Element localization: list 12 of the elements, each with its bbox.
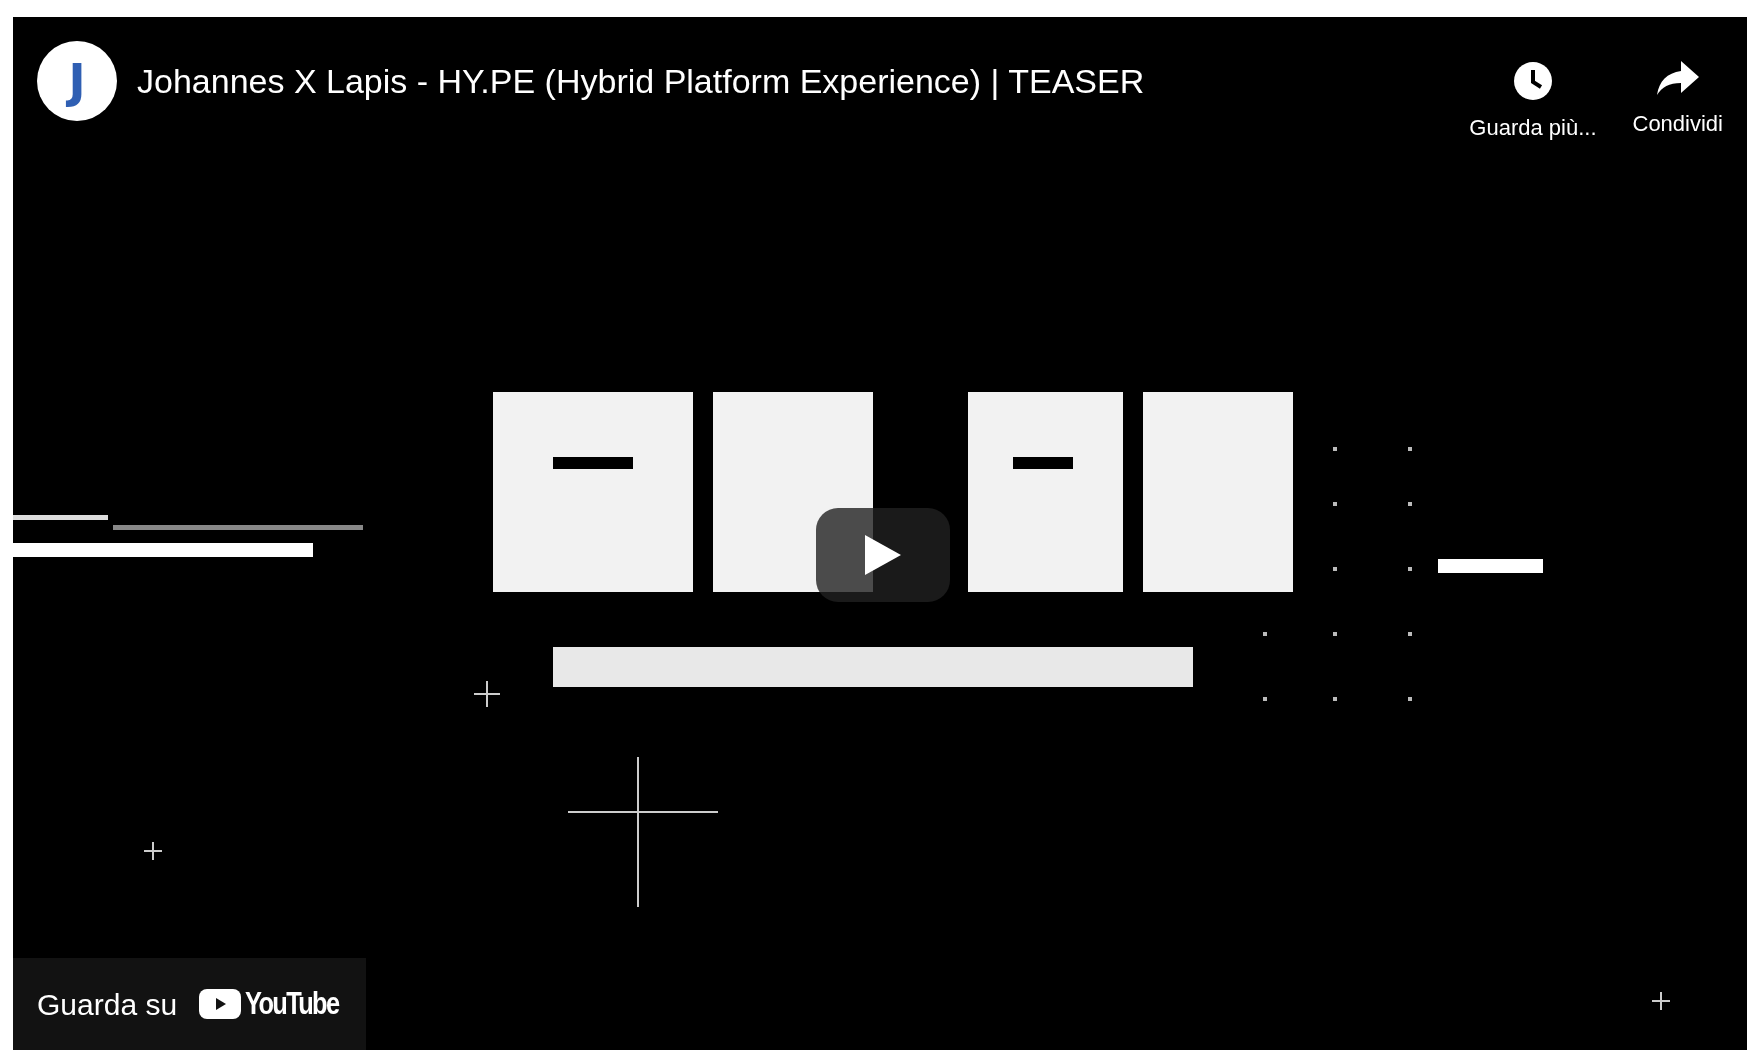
watch-on-youtube-button[interactable]: Guarda su YouTube (13, 958, 366, 1050)
youtube-wordmark: YouTube (245, 984, 339, 1023)
share-arrow-icon (1656, 61, 1699, 97)
watch-on-label: Guarda su (37, 986, 178, 1023)
play-icon (865, 535, 901, 575)
share-button[interactable]: Condividi (1632, 61, 1723, 144)
play-logo-icon (199, 989, 242, 1019)
video-title[interactable]: Johannes X Lapis - HY.PE (Hybrid Platform Experience) | TEASER (137, 55, 1145, 107)
clock-icon (1512, 61, 1553, 101)
watch-later-button[interactable]: Guarda più... (1469, 61, 1597, 144)
channel-avatar[interactable]: J (37, 41, 117, 121)
play-button[interactable] (816, 508, 950, 602)
